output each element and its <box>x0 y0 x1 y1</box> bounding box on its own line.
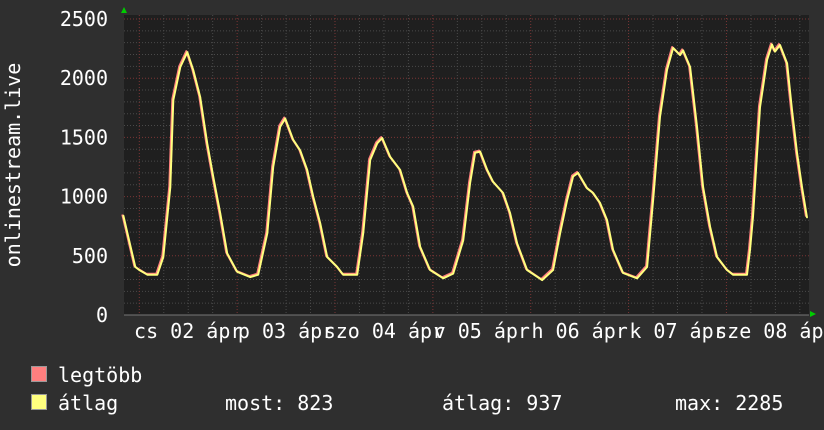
legend: legtöbb átlag most: 823 átlag: 937 max: … <box>0 0 824 430</box>
legend-swatch-max <box>31 366 47 382</box>
legend-label-max: legtöbb <box>58 363 143 387</box>
stat-current: most: 823 <box>225 391 334 415</box>
legend-swatch-avg <box>31 394 47 410</box>
legend-label-avg: átlag <box>58 391 119 415</box>
stat-average: átlag: 937 <box>442 391 563 415</box>
stat-maximum: max: 2285 <box>675 391 784 415</box>
